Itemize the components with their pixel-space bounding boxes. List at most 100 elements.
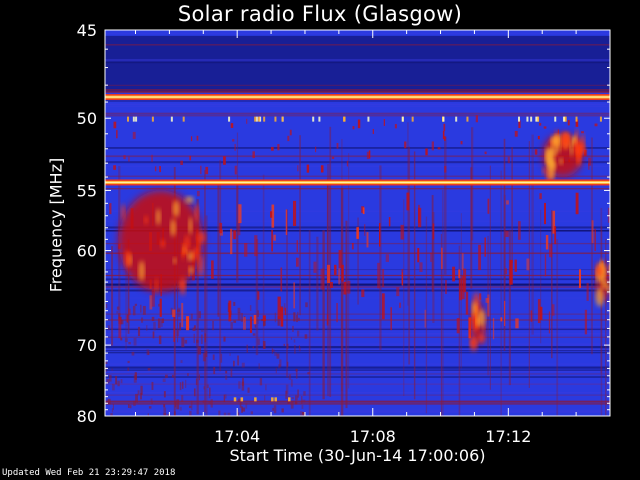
heatmap-stripe — [105, 175, 610, 177]
heatmap-speckle — [112, 383, 115, 391]
heatmap-dot — [554, 116, 557, 122]
bright-spot — [188, 266, 194, 275]
heatmap-streak — [591, 220, 594, 244]
heatmap-streak — [514, 130, 518, 137]
heatmap-streak — [196, 190, 200, 197]
heatmap-stripe — [105, 394, 610, 396]
heatmap-speckle — [258, 363, 260, 370]
heatmap-speckle — [191, 400, 193, 411]
heatmap-stripe — [105, 392, 610, 394]
heatmap-speckle — [245, 402, 248, 409]
bright-spot — [155, 277, 159, 294]
heatmap-speckle — [290, 337, 293, 340]
heatmap-stripe — [105, 114, 610, 117]
heatmap-speckle — [162, 378, 166, 383]
heatmap-streak — [443, 123, 446, 132]
heatmap-speckle — [193, 333, 195, 344]
heatmap-speckle — [105, 361, 108, 365]
heatmap-speckle — [151, 316, 155, 322]
heatmap-speckle — [257, 310, 259, 317]
heatmap-speckle — [286, 361, 289, 368]
heatmap-speckle — [237, 355, 239, 366]
heatmap-dot — [530, 116, 533, 122]
heatmap-speckle — [180, 360, 183, 363]
heatmap-streak — [362, 207, 365, 215]
bright-spot — [155, 208, 161, 226]
heatmap-speckle — [202, 400, 205, 404]
heatmap-speckle — [206, 384, 209, 389]
heatmap-dot — [233, 397, 237, 402]
heatmap-column — [217, 181, 219, 315]
heatmap-streak — [357, 119, 361, 129]
heatmap-speckle — [237, 307, 241, 313]
heatmap-speckle — [297, 389, 299, 398]
heatmap-speckle — [297, 311, 299, 316]
bright-spot — [574, 139, 579, 158]
heatmap-stripe — [105, 106, 610, 108]
heatmap-speckle — [239, 401, 242, 408]
heatmap-speckle — [225, 370, 228, 374]
heatmap-streak — [228, 300, 232, 322]
heatmap-stripe — [105, 90, 610, 93]
bright-spot — [194, 203, 200, 222]
heatmap-streak — [475, 115, 479, 123]
heatmap-streak — [417, 247, 420, 263]
heatmap-stripe — [105, 348, 610, 351]
heatmap-streak — [341, 264, 344, 282]
heatmap-streak — [539, 193, 542, 200]
bright-spot — [551, 134, 560, 144]
heatmap-streak — [211, 260, 214, 279]
bright-spot — [192, 247, 199, 261]
heatmap-speckle — [295, 369, 298, 379]
heatmap-column — [551, 210, 553, 359]
heatmap-stripe — [105, 336, 610, 338]
heatmap-speckle — [161, 318, 165, 324]
heatmap-streak — [584, 309, 588, 335]
heatmap-stripe — [105, 402, 610, 405]
heatmap-speckle — [201, 329, 204, 332]
heatmap-speckle — [292, 325, 294, 332]
heatmap-dot — [537, 116, 540, 122]
heatmap-column — [590, 137, 593, 355]
heatmap-stripe — [105, 350, 610, 352]
heatmap-column — [379, 165, 382, 350]
heatmap-dot — [182, 116, 185, 122]
heatmap-speckle — [134, 303, 138, 306]
heatmap-streak — [468, 317, 472, 339]
heatmap-streak — [544, 254, 547, 277]
heatmap-speckle — [217, 313, 220, 317]
heatmap-streak — [270, 146, 274, 151]
heatmap-speckle — [142, 305, 146, 315]
heatmap-column — [500, 170, 502, 416]
heatmap-stripe — [105, 58, 610, 62]
heatmap-stripe — [105, 363, 610, 365]
plot-area — [105, 30, 610, 416]
heatmap-speckle — [241, 406, 243, 413]
heatmap-streak — [238, 204, 242, 224]
heatmap-streak — [394, 124, 397, 129]
heatmap-speckle — [252, 333, 256, 336]
heatmap-column — [219, 160, 222, 372]
heatmap-streak — [543, 126, 547, 129]
heatmap-streak — [338, 268, 341, 285]
heatmap-column — [508, 229, 511, 386]
heatmap-streak — [126, 315, 128, 323]
heatmap-streak — [234, 165, 237, 175]
heatmap-speckle — [137, 390, 140, 396]
heatmap-speckle — [294, 344, 296, 354]
heatmap-speckle — [210, 399, 213, 408]
heatmap-speckle — [147, 413, 150, 416]
heatmap-streak — [379, 222, 381, 247]
heatmap-speckle — [238, 381, 241, 389]
heatmap-speckle — [151, 401, 153, 405]
heatmap-speckle — [293, 339, 296, 343]
x-tick-label: 17:04 — [214, 427, 260, 446]
heatmap-speckle — [147, 351, 150, 355]
heatmap-column — [316, 236, 319, 331]
heatmap-streak — [366, 232, 369, 248]
heatmap-stripe — [105, 112, 610, 115]
heatmap-speckle — [212, 320, 214, 331]
heatmap-speckle — [127, 367, 130, 371]
heatmap-column — [408, 146, 411, 365]
heatmap-speckle — [110, 413, 113, 416]
